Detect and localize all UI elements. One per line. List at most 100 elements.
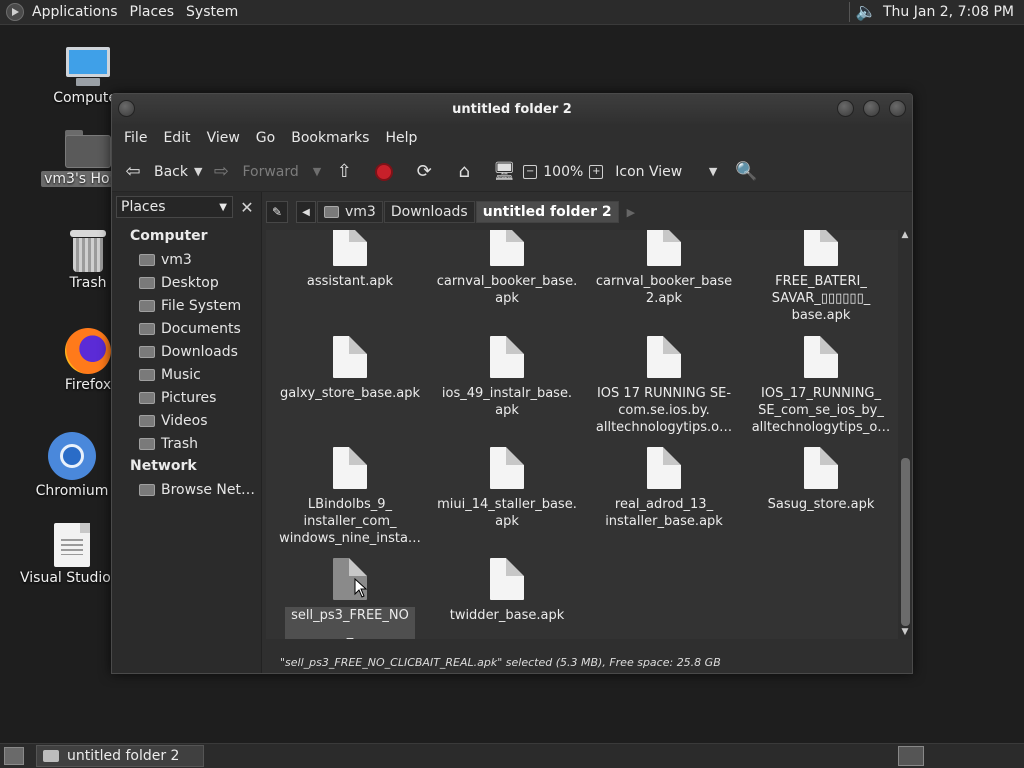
- sidebar-item-desktop[interactable]: Desktop: [112, 271, 261, 294]
- up-icon[interactable]: ⇧: [333, 161, 355, 183]
- file-icon: [490, 558, 524, 600]
- file-item[interactable]: ios_49_instalr_base. apk: [431, 336, 583, 419]
- sidebar-item-vm3[interactable]: vm3: [112, 248, 261, 271]
- maximize-button[interactable]: [863, 100, 880, 117]
- firefox-icon: [65, 328, 111, 374]
- file-icon: [647, 230, 681, 266]
- chromium-icon: [48, 432, 96, 480]
- path-scroll-left-button[interactable]: ◀: [296, 201, 316, 223]
- close-sidebar-button[interactable]: ✕: [237, 196, 257, 218]
- path-scroll-right-button[interactable]: ▶: [627, 206, 635, 219]
- sidebar-type-select[interactable]: Places ▼: [116, 196, 233, 218]
- taskbar-window-button[interactable]: untitled folder 2: [36, 745, 204, 767]
- file-icon: [490, 447, 524, 489]
- menu-go[interactable]: Go: [248, 130, 283, 146]
- minimize-button[interactable]: [837, 100, 854, 117]
- file-item[interactable]: Sasug_store.apk: [745, 447, 897, 513]
- sidebar-item-label: Videos: [161, 412, 208, 429]
- sidebar-item-documents[interactable]: Documents: [112, 317, 261, 340]
- file-item[interactable]: twidder_base.apk: [431, 558, 583, 624]
- sidebar-item-downloads[interactable]: Downloads: [112, 340, 261, 363]
- zoom-out-icon[interactable]: −: [523, 164, 538, 179]
- vertical-scrollbar[interactable]: ▲ ▼: [898, 230, 912, 639]
- folder-icon: [139, 345, 155, 358]
- file-item[interactable]: assistant.apk: [274, 230, 426, 290]
- status-text: "sell_ps3_FREE_NO_CLICBAIT_REAL.apk" sel…: [280, 655, 721, 669]
- sidebar-item-file-system[interactable]: File System: [112, 294, 261, 317]
- trash-icon: [139, 437, 155, 450]
- forward-button[interactable]: ⇨ Forward ▼: [210, 156, 329, 188]
- forward-label: Forward: [242, 163, 299, 180]
- zoom-in-icon[interactable]: +: [589, 164, 604, 179]
- sidebar-heading-network: Network: [130, 458, 197, 474]
- applications-menu[interactable]: Applications: [26, 4, 124, 20]
- edit-location-icon[interactable]: ✎: [266, 201, 288, 223]
- menu-file[interactable]: File: [116, 130, 155, 146]
- desktop-icon-label: Firefox: [64, 377, 112, 393]
- file-name: real_adrod_13_ installer_base.apk: [605, 497, 723, 529]
- file-item[interactable]: carnval_booker_base. apk: [431, 230, 583, 307]
- menu-bookmarks[interactable]: Bookmarks: [283, 130, 377, 146]
- file-item[interactable]: real_adrod_13_ installer_base.apk: [588, 447, 740, 530]
- file-item[interactable]: IOS 17 RUNNING SE-com.se.ios.by. alltechn…: [588, 336, 740, 436]
- status-bar: "sell_ps3_FREE_NO_CLICBAIT_REAL.apk" sel…: [262, 649, 912, 673]
- file-icon: [804, 336, 838, 378]
- sidebar-item-videos[interactable]: Videos: [112, 409, 261, 432]
- sidebar-item-label: Documents: [161, 320, 241, 337]
- sidebar-header: Places ▼ ✕: [112, 192, 261, 222]
- workspace-switcher[interactable]: [898, 746, 924, 766]
- view-mode-select[interactable]: Icon View ▼: [615, 156, 725, 188]
- file-icon-view[interactable]: assistant.apk carnval_booker_base. apk ca…: [266, 230, 912, 639]
- file-item[interactable]: IOS_17_RUNNING_ SE_com_se_ios_by_ alltechn…: [745, 336, 897, 436]
- breadcrumb-vm3[interactable]: vm3: [317, 201, 383, 223]
- clock[interactable]: Thu Jan 2, 7:08 PM: [877, 4, 1024, 20]
- stop-button[interactable]: [373, 161, 395, 183]
- breadcrumb-downloads[interactable]: Downloads: [383, 201, 475, 223]
- reload-icon[interactable]: ⟳: [413, 161, 435, 183]
- back-history-dropdown[interactable]: ▼: [194, 165, 202, 178]
- file-name: LBindolbs_9_ installer_com_ windows_nine_i…: [279, 497, 421, 546]
- file-item[interactable]: FREE_BATERI_ SAVAR_▯▯▯▯▯▯_ base.apk: [745, 230, 897, 324]
- chevron-down-icon: ▼: [708, 165, 718, 178]
- panel-separator: [848, 2, 850, 22]
- menu-edit[interactable]: Edit: [155, 130, 198, 146]
- zoom-level[interactable]: 100%: [543, 164, 583, 180]
- show-desktop-button[interactable]: [4, 747, 24, 765]
- sidebar-item-trash[interactable]: Trash: [112, 432, 261, 455]
- file-name: galxy_store_base.apk: [280, 386, 420, 401]
- file-item[interactable]: miui_14_staller_base. apk: [431, 447, 583, 530]
- back-button[interactable]: ⇦ Back: [122, 156, 188, 188]
- scroll-down-icon[interactable]: ▼: [898, 627, 912, 639]
- file-name: miui_14_staller_base. apk: [437, 497, 577, 529]
- forward-history-dropdown[interactable]: ▼: [313, 165, 321, 178]
- places-menu[interactable]: Places: [124, 4, 181, 20]
- sidebar-item-browse-network[interactable]: Browse Net…: [112, 478, 261, 501]
- sidebar-item-music[interactable]: Music: [112, 363, 261, 386]
- close-window-button[interactable]: [889, 100, 906, 117]
- file-item[interactable]: LBindolbs_9_ installer_com_ windows_nine_i…: [274, 447, 426, 547]
- sidebar-item-label: File System: [161, 297, 242, 314]
- breadcrumb-untitled-folder-2[interactable]: untitled folder 2: [475, 201, 619, 223]
- menu-help[interactable]: Help: [377, 130, 425, 146]
- system-menu[interactable]: System: [180, 4, 244, 20]
- scroll-up-icon[interactable]: ▲: [898, 230, 912, 242]
- file-name: carnval_booker_base 2.apk: [595, 274, 733, 306]
- menu-view[interactable]: View: [199, 130, 248, 146]
- computer-icon[interactable]: 🖥: [493, 161, 516, 183]
- home-icon: [324, 206, 339, 218]
- volume-icon[interactable]: 🔈: [856, 2, 877, 22]
- file-icon: [490, 336, 524, 378]
- file-item-selected[interactable]: sell_ps3_FREE_NO_CLICBAIT_REAL.apk: [274, 558, 426, 639]
- sidebar-item-pictures[interactable]: Pictures: [112, 386, 261, 409]
- folder-icon: [139, 414, 155, 427]
- window-titlebar[interactable]: untitled folder 2: [112, 94, 912, 124]
- sidebar-heading-computer: Computer: [130, 228, 208, 244]
- file-item[interactable]: carnval_booker_base 2.apk: [588, 230, 740, 307]
- search-icon[interactable]: 🔍: [735, 161, 757, 183]
- back-arrow-icon: ⇦: [125, 161, 141, 182]
- main-menu-icon[interactable]: [6, 3, 24, 21]
- breadcrumb-label: untitled folder 2: [482, 204, 612, 220]
- scrollbar-thumb[interactable]: [901, 458, 910, 626]
- home-icon[interactable]: ⌂: [453, 161, 475, 183]
- file-item[interactable]: galxy_store_base.apk: [274, 336, 426, 402]
